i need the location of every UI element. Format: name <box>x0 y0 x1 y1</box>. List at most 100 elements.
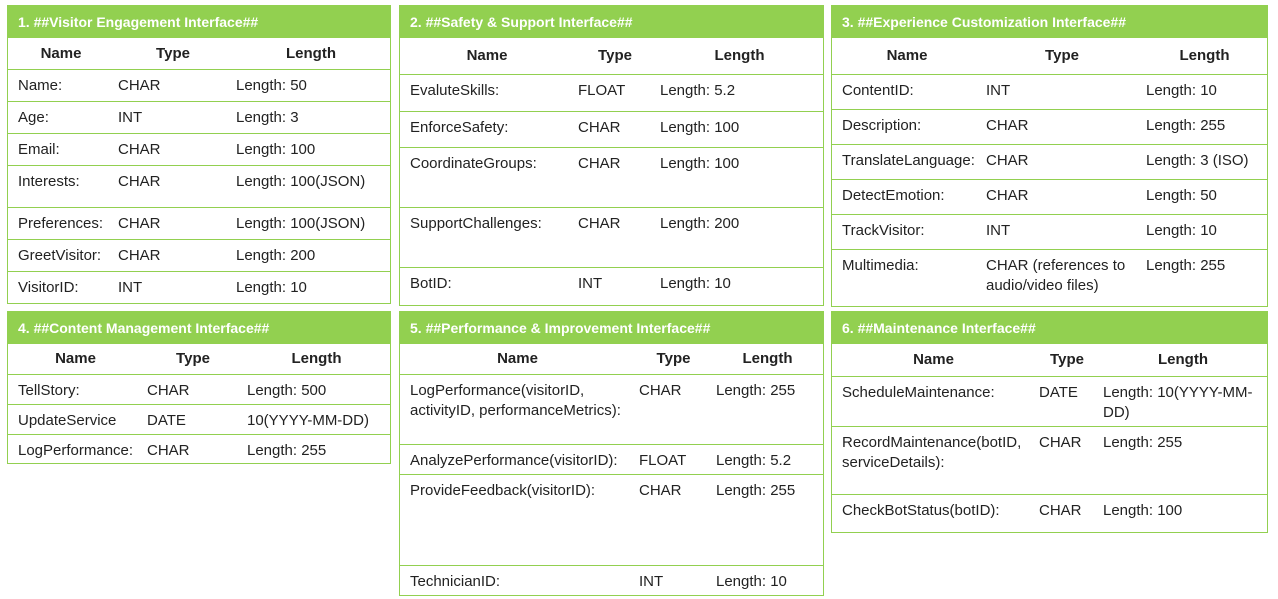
field-type: CHAR <box>574 207 656 268</box>
field-type: CHAR <box>982 109 1142 145</box>
field-type: INT <box>982 74 1142 110</box>
safety-support-panel: 2. ##Safety & Support Interface## Name Ty… <box>399 5 824 306</box>
field-type: CHAR <box>1035 426 1099 495</box>
table-row: BotID: INT Length: 10 <box>400 267 823 303</box>
table-row: SupportChallenges: CHAR Length: 200 <box>400 207 823 268</box>
field-type: CHAR <box>147 441 190 459</box>
field-type: INT <box>118 278 143 296</box>
field-type: CHAR <box>1039 501 1082 519</box>
table-header-row: Name Type Length <box>832 38 1267 75</box>
field-type: FLOAT <box>635 444 712 475</box>
table-header-row: Name Type Length <box>8 38 390 70</box>
field-length: Length: 255 <box>712 474 823 566</box>
field-type: FLOAT <box>574 74 656 112</box>
column-header-length: Length <box>243 344 390 375</box>
field-length: Length: 3 <box>232 101 390 134</box>
table-row: TellStory: CHAR Length: 500 <box>8 374 390 405</box>
panel-title: 5. ##Performance & Improvement Interface… <box>400 312 823 344</box>
field-name: Email: <box>8 133 114 166</box>
field-name: EvaluteSkills: <box>400 74 574 112</box>
table-row: CheckBotStatus(botID): CHAR Length: 100 <box>832 494 1267 532</box>
field-type: DATE <box>143 404 243 435</box>
field-length: Length: 10(YYYY-MM-DD) <box>1099 376 1267 427</box>
column-header-type: Type <box>635 344 712 375</box>
field-type: CHAR <box>114 239 232 272</box>
field-name: BotID: <box>410 274 452 292</box>
field-type: CHAR (references to audio/video files) <box>986 256 1126 294</box>
table-row: LogPerformance(visitorID, activityID, pe… <box>400 374 823 445</box>
field-length: Length: 100 <box>656 111 823 148</box>
panel-title: 2. ##Safety & Support Interface## <box>400 6 823 38</box>
table-row: Name: CHAR Length: 50 <box>8 69 390 102</box>
field-length: Length: 10 <box>660 274 731 292</box>
fields-table: Name Type Length ScheduleMaintenance: DATE L… <box>832 344 1267 532</box>
field-name: ContentID: <box>832 74 982 110</box>
field-length: Length: 100(JSON) <box>232 207 390 240</box>
table-row: DetectEmotion: CHAR Length: 50 <box>832 179 1267 215</box>
table-row: Preferences: CHAR Length: 100(JSON) <box>8 207 390 240</box>
field-type: CHAR <box>574 111 656 148</box>
field-length: Length: 10 <box>716 572 787 590</box>
panel-title: 6. ##Maintenance Interface## <box>832 312 1267 344</box>
column-header-name: Name <box>832 38 982 75</box>
field-name: ScheduleMaintenance: <box>832 376 1035 427</box>
field-type: CHAR <box>982 179 1142 215</box>
field-length: Length: 255 <box>1146 256 1226 274</box>
field-name: Age: <box>8 101 114 134</box>
column-header-length: Length <box>712 344 823 375</box>
field-name: LogPerformance(visitorID, activityID, pe… <box>400 374 635 445</box>
performance-improvement-panel: 5. ##Performance & Improvement Interface… <box>399 311 824 596</box>
table-row: UpdateService DATE 10(YYYY-MM-DD) <box>8 404 390 435</box>
field-type: CHAR <box>574 147 656 208</box>
column-header-length: Length <box>656 38 823 75</box>
field-name: Multimedia: <box>842 256 919 274</box>
visitor-engagement-panel: 1. ##Visitor Engagement Interface## Name… <box>7 5 391 304</box>
field-length: Length: 255 <box>247 441 327 459</box>
field-length: Length: 100(JSON) <box>232 165 390 208</box>
field-length: Length: 10 <box>1142 214 1267 250</box>
table-row: TranslateLanguage: CHAR Length: 3 (ISO) <box>832 144 1267 180</box>
field-type: DATE <box>1035 376 1099 427</box>
field-length: Length: 200 <box>656 207 823 268</box>
table-row: VisitorID: INT Length: 10 <box>8 271 390 303</box>
field-type: CHAR <box>114 133 232 166</box>
fields-table: Name Type Length Name: CHAR Length: 50 Age: I… <box>8 38 390 303</box>
table-row: EvaluteSkills: FLOAT Length: 5.2 <box>400 74 823 112</box>
table-row: TrackVisitor: INT Length: 10 <box>832 214 1267 250</box>
field-type: INT <box>982 214 1142 250</box>
column-header-type: Type <box>143 344 243 375</box>
table-row: Description: CHAR Length: 255 <box>832 109 1267 145</box>
field-name: ProvideFeedback(visitorID): <box>400 474 635 566</box>
field-length: Length: 200 <box>232 239 390 272</box>
field-type: INT <box>114 101 232 134</box>
column-header-length: Length <box>1142 38 1267 75</box>
field-name: GreetVisitor: <box>8 239 114 272</box>
field-type: CHAR <box>143 374 243 405</box>
table-header-row: Name Type Length <box>400 38 823 75</box>
column-header-name: Name <box>832 344 1035 377</box>
column-header-name: Name <box>400 344 635 375</box>
field-name: RecordMaintenance(botID, serviceDetails)… <box>832 426 1035 495</box>
table-row: Email: CHAR Length: 100 <box>8 133 390 166</box>
table-row: GreetVisitor: CHAR Length: 200 <box>8 239 390 272</box>
field-length: Length: 50 <box>232 69 390 102</box>
field-length: Length: 10 <box>236 278 307 296</box>
maintenance-panel: 6. ##Maintenance Interface## Name Type Len… <box>831 311 1268 533</box>
field-name: DetectEmotion: <box>832 179 982 215</box>
field-length: Length: 255 <box>1142 109 1267 145</box>
field-type: CHAR <box>114 165 232 208</box>
field-type: CHAR <box>982 144 1142 180</box>
experience-customization-panel: 3. ##Experience Customization Interface#… <box>831 5 1268 307</box>
field-name: Interests: <box>8 165 114 208</box>
fields-table: Name Type Length TellStory: CHAR Length: 500… <box>8 344 390 464</box>
column-header-name: Name <box>8 344 143 375</box>
column-header-type: Type <box>114 38 232 70</box>
table-row: RecordMaintenance(botID, serviceDetails)… <box>832 426 1267 495</box>
field-length: Length: 100 <box>1103 501 1183 519</box>
field-name: LogPerformance: <box>18 441 134 459</box>
table-row: LogPerformance: CHAR Length: 255 <box>8 434 390 464</box>
column-header-type: Type <box>574 38 656 75</box>
field-type: CHAR <box>635 374 712 445</box>
table-header-row: Name Type Length <box>8 344 390 375</box>
field-name: VisitorID: <box>18 278 79 296</box>
